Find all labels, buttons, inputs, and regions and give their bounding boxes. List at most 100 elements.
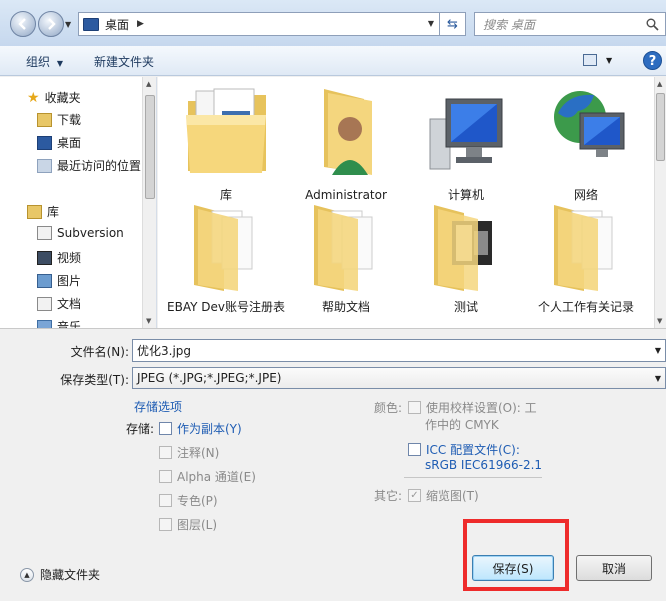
document-icon [37, 226, 52, 240]
spot-color-checkbox[interactable]: 专色(P) [159, 492, 218, 509]
desktop-icon [37, 135, 52, 150]
as-copy-checkbox[interactable]: 作为副本(Y) [159, 420, 242, 437]
file-item[interactable]: 计算机 [406, 83, 526, 202]
back-arrow-icon [18, 18, 26, 30]
file-item[interactable]: 网络 [526, 83, 646, 202]
file-item[interactable]: 帮助文档 [286, 201, 406, 328]
checkbox-label: 注释(N) [177, 446, 220, 460]
folder-icon [194, 205, 253, 291]
filename-input[interactable]: 优化3.jpg ▼ [132, 339, 666, 362]
nav-item-desktop[interactable]: 桌面 [37, 134, 81, 151]
nav-item-downloads[interactable]: 下载 [37, 111, 81, 128]
nav-label: 收藏夹 [44, 91, 81, 105]
alpha-checkbox[interactable]: Alpha 通道(E) [159, 468, 256, 485]
highlight-annotation [463, 519, 569, 591]
storage-label: 存储: [125, 422, 154, 436]
chevron-down-icon[interactable]: ▼ [655, 374, 661, 383]
checkbox-label: 专色(P) [177, 494, 218, 508]
chevron-down-icon[interactable]: ▼ [428, 19, 434, 28]
folder-icon [314, 205, 373, 291]
file-item[interactable]: 个人工作有关记录 [526, 201, 646, 328]
address-field[interactable]: 桌面 ▶ ▼ [78, 12, 440, 36]
network-icon [554, 91, 625, 157]
nav-label: 音乐 [57, 320, 82, 328]
scroll-thumb[interactable] [145, 95, 155, 199]
checkbox-label: Alpha 通道(E) [177, 470, 256, 484]
file-list: 库 Administrator 计算机 网络 EBAY Dev账号注册表 帮助文… [158, 77, 654, 328]
view-icon[interactable] [583, 54, 597, 66]
picture-icon [37, 273, 52, 288]
checkbox-box [408, 443, 421, 456]
chevron-down-icon[interactable]: ▼ [655, 346, 661, 355]
hide-folders-label: 隐藏文件夹 [40, 568, 101, 582]
file-label: EBAY Dev账号注册表 [167, 300, 285, 314]
music-icon [37, 319, 52, 328]
checkbox-label: 图层(L) [177, 518, 218, 532]
refresh-button[interactable]: ⇆ [440, 12, 466, 36]
checkbox-label: 缩览图(T) [426, 489, 479, 503]
nav-library[interactable]: 库 [27, 203, 59, 220]
chevron-right-icon[interactable]: ▶ [137, 19, 144, 29]
filename-label: 文件名(N): [70, 345, 129, 359]
organize-button[interactable]: 组织 ▼ [26, 53, 63, 70]
nav-scrollbar[interactable]: ▲ ▼ [142, 77, 156, 328]
proof-setup-checkbox[interactable]: 使用校样设置(O): 工 [408, 399, 537, 416]
file-label: 测试 [453, 300, 478, 314]
file-list-scrollbar[interactable]: ▲ ▼ [654, 77, 666, 328]
filetype-value: JPEG (*.JPG;*.JPEG;*.JPE) [137, 371, 282, 385]
notes-checkbox[interactable]: 注释(N) [159, 444, 219, 461]
scroll-up-icon[interactable]: ▲ [657, 80, 662, 88]
forward-button[interactable] [38, 11, 64, 37]
cancel-button[interactable]: 取消 [576, 555, 652, 581]
new-folder-button[interactable]: 新建文件夹 [94, 53, 154, 70]
chevron-up-icon: ▲ [20, 567, 34, 582]
nav-label: 文档 [57, 297, 82, 311]
scroll-down-icon[interactable]: ▼ [657, 317, 662, 325]
checkbox-box [159, 446, 172, 459]
forward-arrow-icon [48, 18, 56, 30]
library-icon [186, 88, 266, 173]
scroll-up-icon[interactable]: ▲ [146, 80, 151, 88]
folder-icon [554, 205, 613, 291]
search-input[interactable]: 搜索 桌面 [474, 12, 666, 36]
refresh-icon: ⇆ [447, 16, 458, 32]
back-button[interactable] [10, 11, 36, 37]
folder-icon [434, 205, 492, 291]
scroll-down-icon[interactable]: ▼ [146, 317, 151, 325]
checkbox-box [159, 494, 172, 507]
thumbnail-checkbox[interactable]: ✓ 缩览图(T) [408, 487, 479, 504]
filetype-select[interactable]: JPEG (*.JPG;*.JPEG;*.JPE) ▼ [132, 367, 666, 389]
download-folder-icon [37, 112, 52, 127]
nav-item-recent[interactable]: 最近访问的位置 [37, 157, 141, 174]
navigation-pane: ★ 收藏夹 下载 桌面 最近访问的位置 库 Subversion 视频 图片 文… [0, 77, 157, 328]
file-item[interactable]: EBAY Dev账号注册表 [166, 201, 286, 328]
nav-item-documents[interactable]: 文档 [37, 295, 81, 312]
nav-item-pictures[interactable]: 图片 [37, 272, 81, 289]
nav-favorites[interactable]: ★ 收藏夹 [27, 89, 81, 106]
file-item[interactable]: 测试 [406, 201, 526, 328]
video-icon [37, 250, 52, 265]
file-label: 个人工作有关记录 [537, 300, 634, 314]
proof-setup-label-cont: 作中的 CMYK [425, 418, 499, 432]
nav-item-music[interactable]: 音乐 [37, 318, 81, 328]
icc-profile-checkbox[interactable]: ICC 配置文件(C): [408, 441, 520, 458]
nav-label: 桌面 [57, 136, 82, 150]
nav-item-videos[interactable]: 视频 [37, 249, 81, 266]
file-item[interactable]: 库 [166, 83, 286, 202]
nav-label: 最近访问的位置 [57, 159, 142, 173]
search-icon [646, 18, 659, 31]
nav-item-subversion[interactable]: Subversion [37, 226, 124, 240]
document-icon [37, 296, 52, 311]
layers-checkbox[interactable]: 图层(L) [159, 516, 217, 533]
scroll-thumb[interactable] [656, 93, 665, 161]
computer-icon [429, 98, 503, 170]
icc-profile-value: sRGB IEC61966-2.1 [425, 458, 543, 472]
hide-folders-toggle[interactable]: ▲ 隐藏文件夹 [20, 566, 100, 583]
history-dropdown-icon[interactable]: ▼ [65, 20, 71, 29]
checkbox-box: ✓ [408, 489, 421, 502]
view-dropdown-icon[interactable]: ▼ [606, 56, 612, 65]
help-icon[interactable]: ? [643, 51, 662, 70]
nav-label: 图片 [57, 274, 82, 288]
breadcrumb[interactable]: 桌面 [105, 16, 129, 33]
file-item[interactable]: Administrator [286, 83, 406, 202]
